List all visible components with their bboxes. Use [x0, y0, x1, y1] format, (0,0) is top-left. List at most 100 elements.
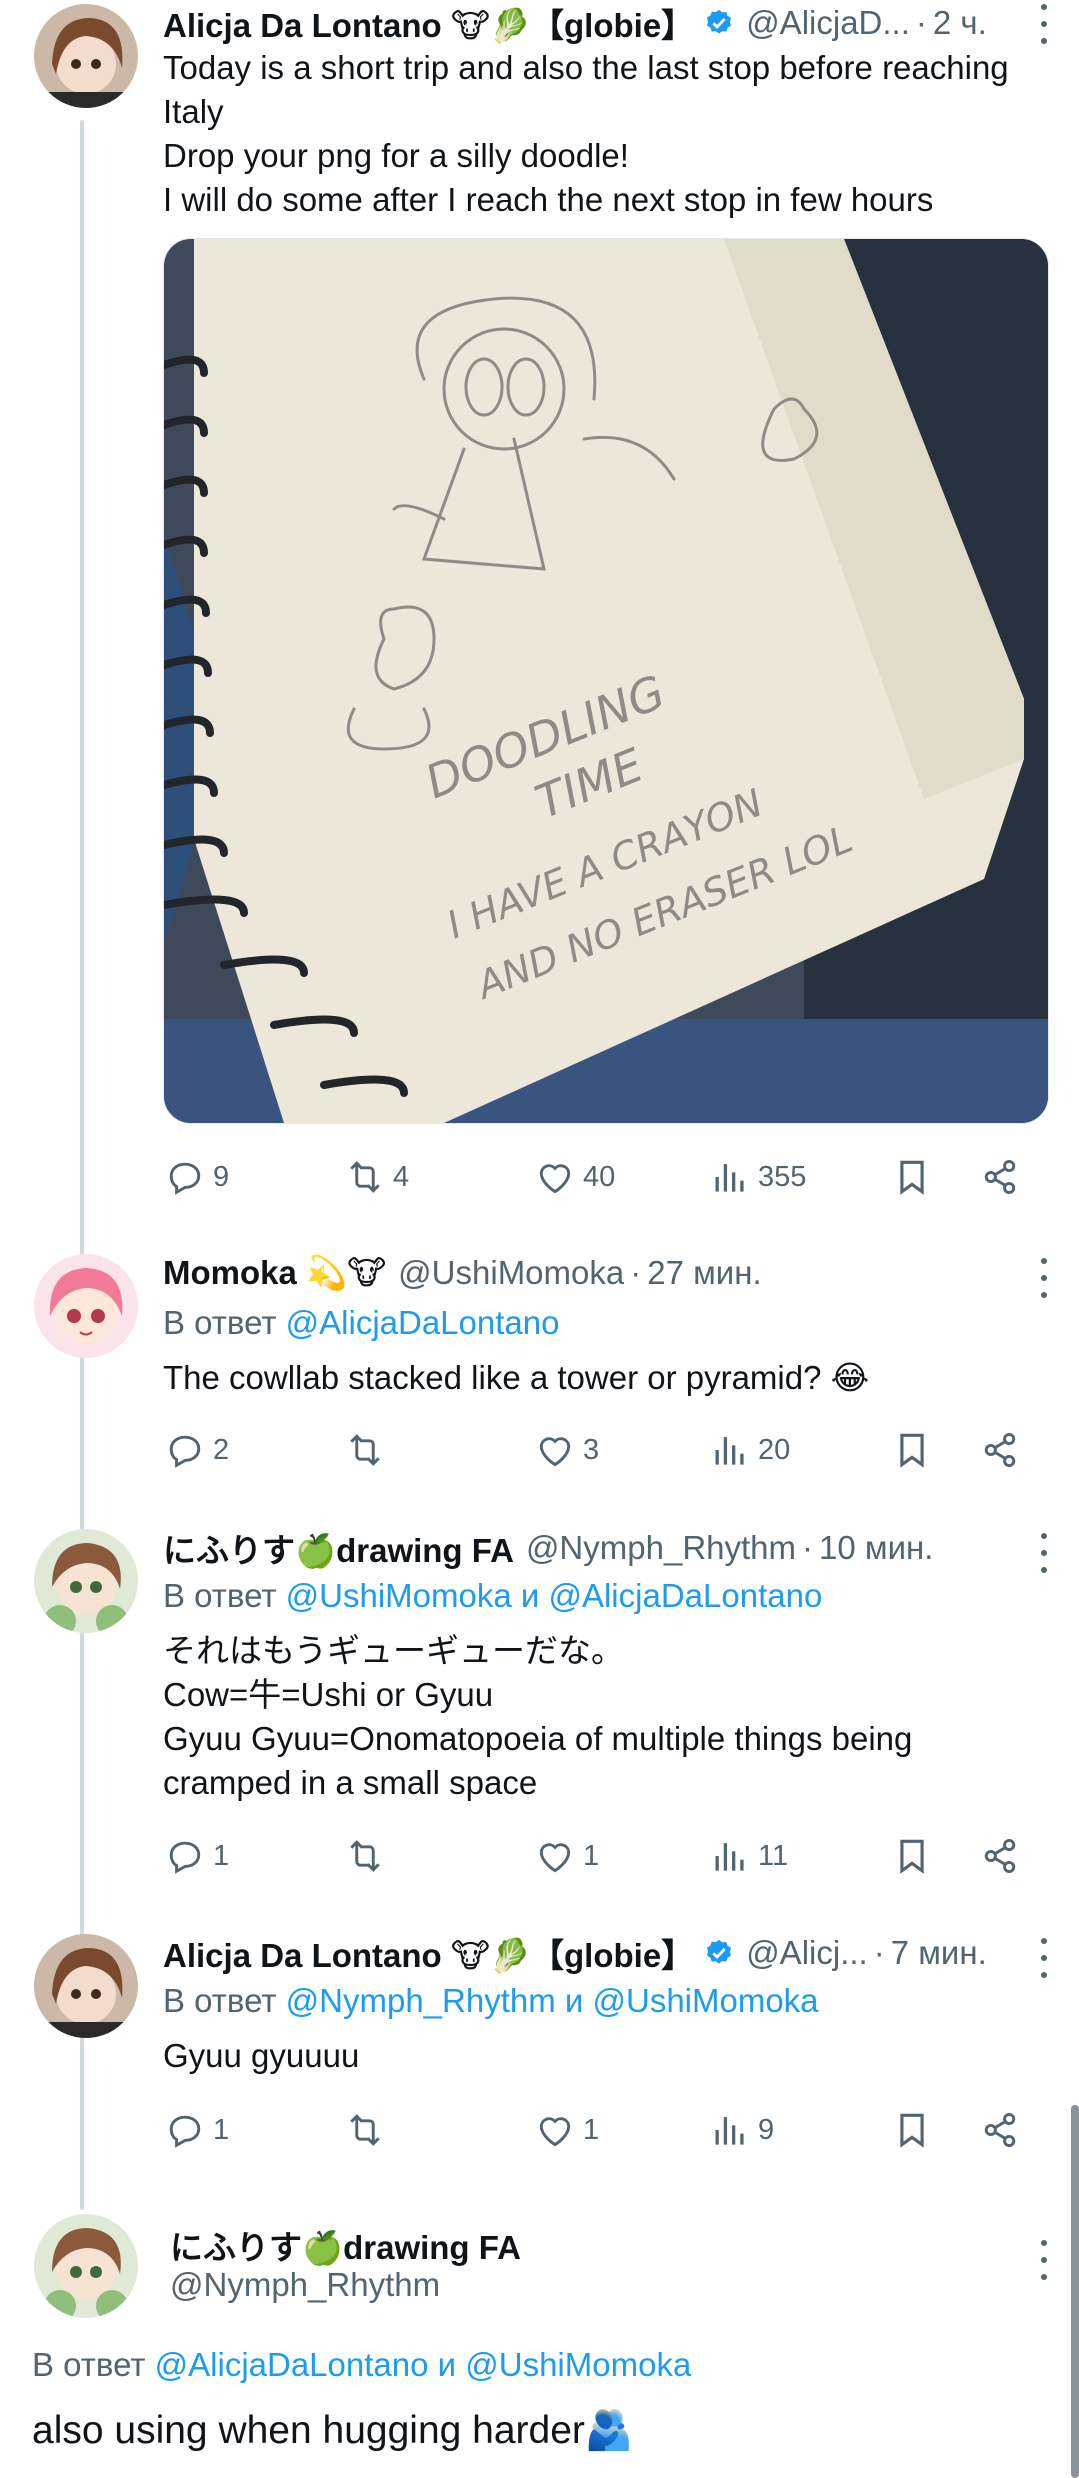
avatar[interactable]: [34, 4, 138, 108]
reply-count: 9: [213, 1160, 230, 1193]
reply-count: 1: [213, 1839, 230, 1872]
repost-icon: [350, 1161, 380, 1193]
share-button[interactable]: [978, 1152, 1022, 1202]
author-name[interactable]: Alicja Da Lontano 🐮🥬【globie】: [163, 0, 694, 46]
bookmark-icon: [900, 2113, 924, 2148]
separator-dot: ·: [630, 1254, 642, 1291]
reply-mention-link[interactable]: @AlicjaDaLontano и @UshiMomoka: [155, 2346, 692, 2383]
views-button[interactable]: 20: [708, 1425, 790, 1475]
timestamp[interactable]: 27 мин.: [647, 1254, 761, 1292]
bookmark-button[interactable]: [890, 2105, 934, 2155]
tweet-text-line: The cowllab stacked like a tower or pyra…: [163, 1359, 870, 1396]
more-options-icon[interactable]: [1039, 1258, 1049, 1298]
share-button[interactable]: [978, 1831, 1022, 1881]
separator-dot: ·: [802, 1529, 814, 1566]
tweet-actions: 2 3 20: [163, 1425, 1033, 1475]
views-button[interactable]: 355: [708, 1152, 806, 1202]
repost-icon: [350, 1434, 380, 1466]
reply-button[interactable]: 9: [163, 1152, 229, 1202]
author-handle[interactable]: @UshiMomoka: [398, 1254, 624, 1292]
views-button[interactable]: 9: [708, 2105, 774, 2155]
repost-button[interactable]: 4: [343, 1152, 409, 1202]
reply-mention-link[interactable]: @AlicjaDaLontano: [286, 1304, 560, 1341]
more-options-icon[interactable]: [1039, 4, 1049, 44]
bookmark-icon: [900, 1160, 924, 1195]
views-count: 20: [758, 1433, 791, 1466]
author-name[interactable]: にふりす🍏drawing FA: [163, 1525, 514, 1571]
like-button[interactable]: 1: [533, 1831, 599, 1881]
like-count: 3: [583, 1433, 600, 1466]
heart-icon: [539, 1437, 571, 1467]
author-name[interactable]: Alicja Da Lontano 🐮🥬【globie】: [163, 1930, 694, 1976]
more-options-icon[interactable]: [1039, 2240, 1049, 2280]
tweet-actions: 1 1 11: [163, 1831, 1033, 1881]
author-handle[interactable]: @Nymph_Rhythm: [170, 2266, 440, 2304]
author-handle[interactable]: @Alicj...: [746, 1934, 868, 1972]
repost-button[interactable]: [343, 1425, 393, 1475]
tweet-actions: 9 4 40 355: [163, 1152, 1033, 1202]
views-chart-icon: [715, 1164, 744, 1192]
tweet-1[interactable]: Alicja Da Lontano 🐮🥬【globie】 @AlicjaD...…: [0, 0, 1079, 1230]
share-icon: [984, 1432, 1016, 1468]
more-options-icon[interactable]: [1039, 1533, 1049, 1573]
reply-mention-link[interactable]: @Nymph_Rhythm и @UshiMomoka: [286, 1982, 819, 2019]
tweet-text: The cowllab stacked like a tower or pyra…: [163, 1356, 1039, 1400]
bookmark-icon: [900, 1839, 924, 1874]
tweet-text: Gyuu gyuuuu: [163, 2034, 1039, 2078]
tweet-text: Today is a short trip and also the last …: [163, 46, 1039, 222]
timestamp[interactable]: 10 мин.: [819, 1529, 933, 1567]
avatar[interactable]: [34, 1934, 138, 2038]
tweet-2[interactable]: Momoka 💫🐮 @UshiMomoka · 27 мин. В ответ …: [0, 1250, 1079, 1490]
reply-count: 1: [213, 2113, 230, 2146]
repost-button[interactable]: [343, 1831, 393, 1881]
tweet-text-line: cramped in a small space: [163, 1764, 538, 1801]
reply-prefix: В ответ: [163, 1577, 277, 1614]
reply-button[interactable]: 1: [163, 1831, 229, 1881]
author-handle[interactable]: @AlicjaD...: [746, 4, 910, 42]
timestamp[interactable]: 2 ч.: [933, 4, 987, 42]
reply-count: 2: [213, 1433, 230, 1466]
share-button[interactable]: [978, 1425, 1022, 1475]
verified-badge-icon: [704, 8, 734, 38]
views-count: 9: [758, 2113, 775, 2146]
reply-prefix: В ответ: [163, 1304, 277, 1341]
repost-button[interactable]: [343, 2105, 393, 2155]
tweet-4[interactable]: Alicja Da Lontano 🐮🥬【globie】 @Alicj... ·…: [0, 1930, 1079, 2170]
scrollbar[interactable]: [1071, 2105, 1079, 2478]
views-button[interactable]: 11: [708, 1831, 788, 1881]
separator-dot: ·: [915, 4, 927, 41]
tweet-image[interactable]: DOODLING TIME I HAVE A CRAYON AND NO ERA…: [163, 238, 1049, 1124]
reply-mention-link[interactable]: @UshiMomoka и @AlicjaDaLontano: [286, 1577, 823, 1614]
bookmark-button[interactable]: [890, 1152, 934, 1202]
reply-button[interactable]: 2: [163, 1425, 229, 1475]
reply-icon: [169, 1162, 201, 1195]
like-count: 1: [583, 1839, 600, 1872]
timestamp[interactable]: 7 мин.: [891, 1934, 987, 1972]
tweet-header: にふりす🍏drawing FA @Nymph_Rhythm · 10 мин.: [163, 1525, 1019, 1571]
tweet-header: Alicja Da Lontano 🐮🥬【globie】 @AlicjaD...…: [163, 0, 1019, 46]
focused-tweet[interactable]: にふりす🍏drawing FA @Nymph_Rhythm В ответ @A…: [0, 2210, 1079, 2478]
tweet-3[interactable]: にふりす🍏drawing FA @Nymph_Rhythm · 10 мин. …: [0, 1525, 1079, 1885]
avatar[interactable]: [34, 2214, 138, 2318]
views-chart-icon: [715, 2117, 744, 2145]
more-options-icon[interactable]: [1039, 1938, 1049, 1978]
avatar[interactable]: [34, 1529, 138, 1633]
views-chart-icon: [715, 1437, 744, 1465]
bookmark-button[interactable]: [890, 1831, 934, 1881]
heart-icon: [539, 1843, 571, 1873]
heart-icon: [539, 1164, 571, 1194]
reply-button[interactable]: 1: [163, 2105, 229, 2155]
reply-context: В ответ @AlicjaDaLontano и @UshiMomoka: [32, 2346, 691, 2384]
like-button[interactable]: 1: [533, 2105, 599, 2155]
tweet-text-line: I will do some after I reach the next st…: [163, 181, 934, 218]
reply-icon: [169, 1841, 201, 1874]
author-handle[interactable]: @Nymph_Rhythm: [526, 1529, 796, 1567]
tweet-header: Alicja Da Lontano 🐮🥬【globie】 @Alicj... ·…: [163, 1930, 1019, 1976]
share-button[interactable]: [978, 2105, 1022, 2155]
bookmark-button[interactable]: [890, 1425, 934, 1475]
like-button[interactable]: 40: [533, 1152, 615, 1202]
tweet-text-line: Gyuu gyuuuu: [163, 2037, 360, 2074]
avatar[interactable]: [34, 1254, 138, 1358]
author-name[interactable]: Momoka 💫🐮: [163, 1253, 386, 1293]
like-button[interactable]: 3: [533, 1425, 599, 1475]
